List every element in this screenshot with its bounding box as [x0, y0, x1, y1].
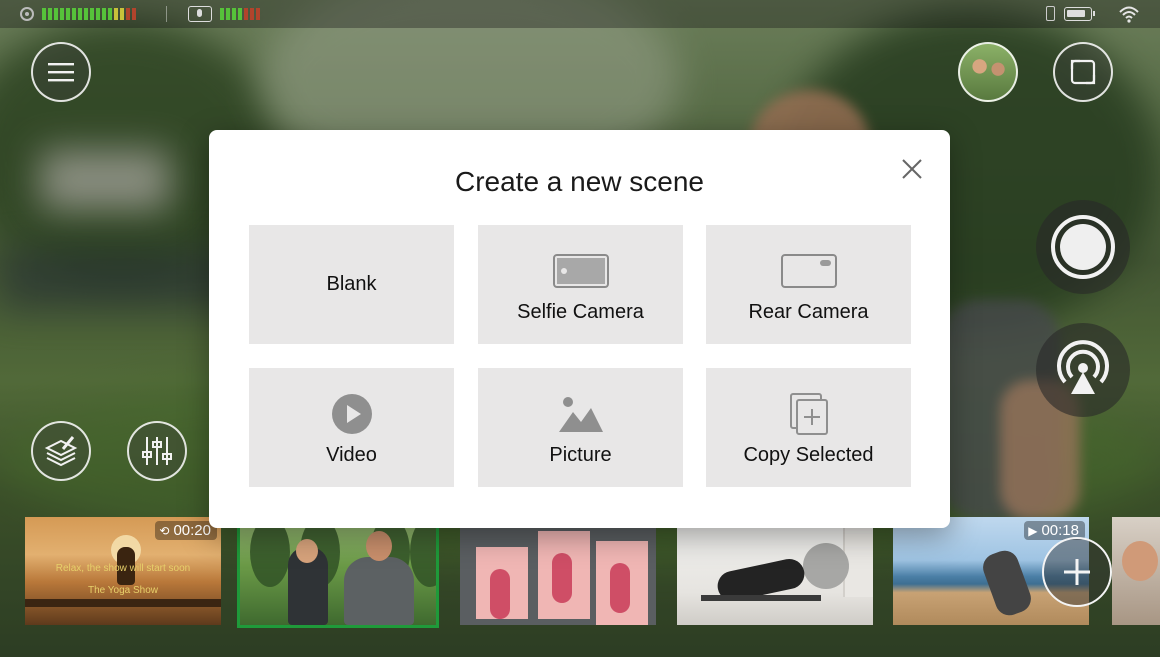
scene-timer: ⟲ 00:20 — [155, 521, 217, 540]
option-label: Video — [326, 444, 377, 466]
option-label: Selfie Camera — [517, 301, 644, 323]
battery-icon — [1064, 7, 1095, 21]
scene-thumbnail-3[interactable]: 30 seconds — [460, 517, 656, 625]
wifi-icon — [1119, 6, 1139, 23]
play-icon — [331, 394, 372, 434]
rear-camera-option[interactable]: Rear Camera — [706, 225, 911, 344]
scene-thumbnail-1[interactable]: Relax, the show will start soon The Yoga… — [25, 517, 221, 625]
layers-edit-button[interactable] — [31, 421, 91, 481]
option-label: Rear Camera — [748, 301, 869, 323]
scene-thumbnail-6[interactable] — [1112, 517, 1160, 625]
loop-icon: ⟲ — [159, 523, 170, 538]
option-label: Blank — [326, 273, 377, 295]
go-live-button[interactable] — [1036, 323, 1130, 417]
video-option[interactable]: Video — [249, 368, 454, 487]
sliders-icon — [142, 437, 172, 465]
scene-title: The Yoga Show — [87, 585, 159, 596]
image-icon — [558, 397, 603, 432]
recording-status-icon — [20, 7, 34, 21]
scene-thumbnail-2-selected[interactable] — [237, 514, 439, 628]
scene-thumbnail-4[interactable] — [677, 517, 873, 625]
close-icon[interactable] — [897, 154, 927, 184]
mic-level-meter — [220, 8, 260, 20]
add-scene-button[interactable] — [1042, 537, 1112, 607]
blank-scene-option[interactable]: Blank — [249, 225, 454, 344]
status-divider — [166, 6, 167, 22]
fullscreen-icon — [1070, 59, 1096, 85]
create-scene-dialog: Create a new scene Blank Selfie Camera R… — [209, 130, 950, 528]
dialog-title: Create a new scene — [454, 166, 705, 197]
microphone-icon — [188, 6, 212, 22]
phone-icon — [1046, 6, 1055, 21]
selfie-camera-option[interactable]: Selfie Camera — [478, 225, 683, 344]
layers-edit-icon — [44, 436, 78, 467]
picture-option[interactable]: Picture — [478, 368, 683, 487]
fullscreen-button[interactable] — [1053, 42, 1113, 102]
scene-caption: Relax, the show will start soon — [55, 563, 191, 574]
guest-avatar[interactable] — [958, 42, 1018, 102]
copy-selected-option[interactable]: Copy Selected — [706, 368, 911, 487]
hamburger-icon — [48, 63, 74, 82]
audio-mixer-button[interactable] — [127, 421, 187, 481]
selfie-camera-icon — [552, 254, 609, 288]
copy-add-icon — [789, 393, 828, 435]
rear-camera-icon — [780, 254, 837, 288]
record-icon — [1051, 215, 1115, 279]
broadcast-icon — [1057, 340, 1109, 394]
audio-level-meter — [42, 8, 136, 20]
option-label: Copy Selected — [743, 444, 874, 466]
record-button[interactable] — [1036, 200, 1130, 294]
play-icon: ▶ — [1028, 523, 1038, 538]
status-bar — [0, 0, 1160, 28]
option-label: Picture — [549, 444, 612, 466]
plus-icon — [1064, 559, 1090, 585]
menu-button[interactable] — [31, 42, 91, 102]
